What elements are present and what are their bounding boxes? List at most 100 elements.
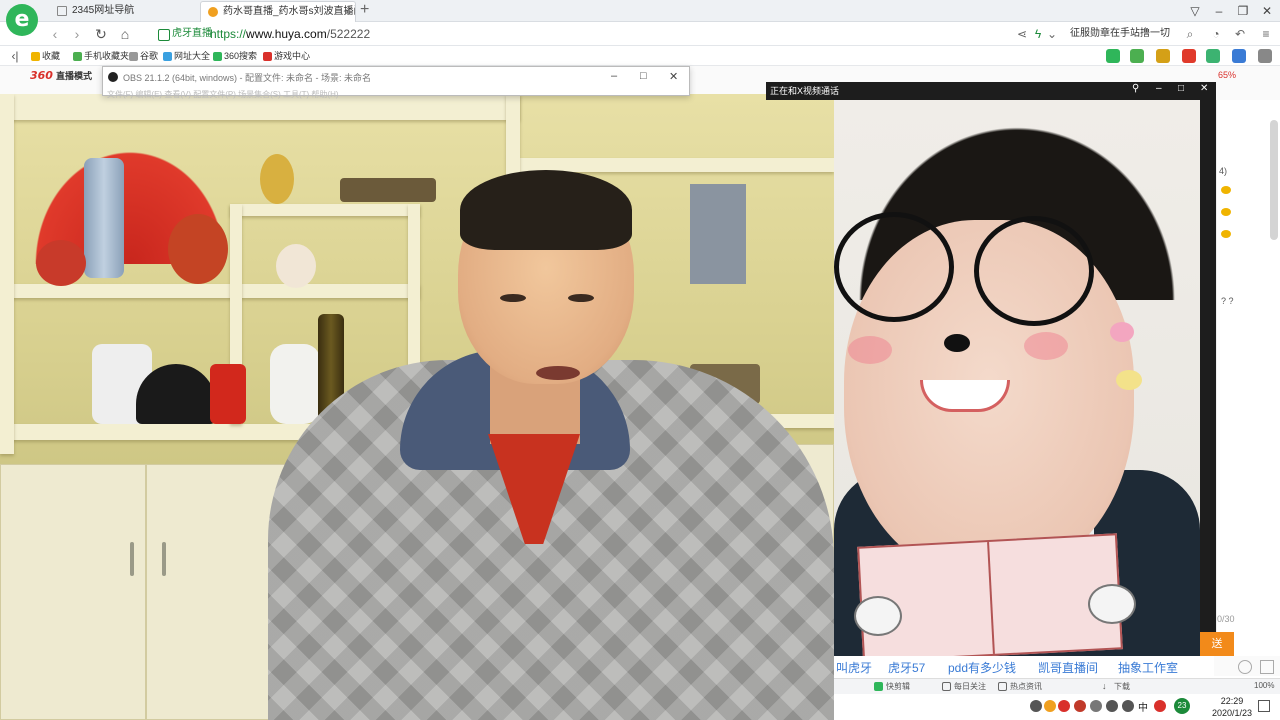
- status-bar: 快剪辑 每日关注 热点资讯 ↓ 下载 100%: [834, 678, 1280, 694]
- skin-icon[interactable]: ▽: [1184, 2, 1206, 20]
- chat-frame-right: [1200, 100, 1216, 656]
- link-item[interactable]: 虎牙57: [888, 659, 925, 676]
- browser-logo-icon[interactable]: e: [6, 4, 38, 36]
- shelf: [230, 204, 420, 216]
- butterfly-icon: [1110, 322, 1134, 342]
- settings-icon[interactable]: [1238, 660, 1252, 674]
- scrollbar[interactable]: [1270, 120, 1278, 240]
- network-icon[interactable]: [1106, 700, 1118, 712]
- site-badge: 虎牙直播: [158, 26, 212, 42]
- cat-nose: [944, 334, 970, 352]
- bookmark-directory[interactable]: 网址大全: [162, 48, 210, 64]
- collapse-icon[interactable]: ‹|: [6, 47, 24, 65]
- tray-app-icon[interactable]: [1044, 700, 1056, 712]
- back-icon[interactable]: ‹: [46, 25, 64, 43]
- refresh-icon[interactable]: ↻: [92, 25, 110, 43]
- status-label: 每日关注: [954, 682, 986, 691]
- figurine: [36, 240, 86, 286]
- minimize-icon[interactable]: –: [1208, 2, 1230, 20]
- link-item[interactable]: 凯哥直播间: [1038, 659, 1098, 676]
- menu-icon[interactable]: ≡: [1258, 26, 1274, 42]
- obs-window[interactable]: OBS 21.1.2 (64bit, windows) - 配置文件: 未命名 …: [102, 66, 690, 99]
- link-item[interactable]: pdd有多少钱: [948, 659, 1016, 676]
- tab-label: 药水哥直播_药水哥s刘波直播间_: [223, 6, 356, 17]
- logo-360: 360 直播模式: [30, 69, 92, 82]
- home-icon[interactable]: ⌂: [116, 25, 134, 43]
- bookmark-games[interactable]: 游戏中心: [262, 48, 310, 64]
- new-tab-icon[interactable]: +: [360, 0, 369, 20]
- clock[interactable]: 22:29 2020/1/23: [1212, 695, 1252, 719]
- game-icon[interactable]: [1206, 49, 1220, 63]
- obs-menu[interactable]: 文件(F) 编辑(E) 查看(V) 配置文件(P) 场景集合(S) 工具(T) …: [107, 89, 339, 100]
- maximize-icon[interactable]: □: [1178, 83, 1184, 94]
- figurine: [276, 244, 316, 288]
- up-arrow-icon[interactable]: [1030, 700, 1042, 712]
- tab-label: 2345网址导航: [72, 5, 135, 16]
- close-icon[interactable]: ✕: [1200, 83, 1208, 94]
- logo-subtitle: 直播模式: [55, 72, 92, 82]
- chevron-down-icon[interactable]: ⌄: [1044, 26, 1060, 42]
- tray-app-icon[interactable]: [1074, 700, 1086, 712]
- magnifier-icon[interactable]: [1232, 49, 1246, 63]
- search-icon[interactable]: ⌕: [1182, 26, 1198, 42]
- emoji-icon: [1221, 230, 1231, 238]
- obs-title: OBS 21.1.2 (64bit, windows) - 配置文件: 未命名 …: [123, 73, 372, 83]
- notification-badge[interactable]: 23: [1174, 698, 1190, 714]
- status-label: 快剪辑: [886, 682, 910, 691]
- status-item[interactable]: 快剪辑: [874, 681, 910, 692]
- sogou-icon[interactable]: [1154, 700, 1166, 712]
- cabinet-handle: [162, 542, 166, 576]
- zoom-level[interactable]: 100%: [1254, 681, 1274, 690]
- expand-icon[interactable]: [1260, 660, 1274, 674]
- action-center-icon[interactable]: [1258, 700, 1270, 712]
- bookmark-favorites[interactable]: 收藏: [30, 48, 60, 64]
- url-scheme: https://: [210, 27, 247, 41]
- restore-icon[interactable]: ❐: [1232, 2, 1254, 20]
- status-item[interactable]: 热点资讯: [998, 681, 1042, 692]
- water-bottle: [84, 158, 124, 278]
- blush: [848, 336, 892, 364]
- cabinet-handle: [130, 542, 134, 576]
- user-icon[interactable]: ◔: [1208, 26, 1224, 42]
- share-icon[interactable]: ⋖: [1014, 26, 1030, 42]
- volume-icon[interactable]: [1122, 700, 1134, 712]
- url-field[interactable]: https://www.huya.com/522222: [210, 25, 370, 43]
- tab-2345[interactable]: 2345网址导航: [50, 1, 200, 22]
- close-tab-icon[interactable]: ×: [344, 2, 351, 22]
- forward-icon[interactable]: ›: [68, 25, 86, 43]
- tray-app-icon[interactable]: [1090, 700, 1102, 712]
- blush: [1024, 332, 1068, 360]
- link-item[interactable]: 抽象工作室: [1118, 659, 1178, 676]
- tray-app-icon[interactable]: [1058, 700, 1070, 712]
- close-window-icon[interactable]: ✕: [1256, 2, 1278, 20]
- undo-icon[interactable]: ↶: [1232, 26, 1248, 42]
- pin-icon[interactable]: ⚲: [1132, 83, 1139, 94]
- bookmark-mobile[interactable]: 手机收藏夹: [72, 48, 129, 64]
- tab-huya[interactable]: 药水哥直播_药水哥s刘波直播间_ ×: [200, 1, 356, 22]
- ime-indicator[interactable]: 中: [1138, 699, 1148, 714]
- video-chat-titlebar[interactable]: 正在和X视频通话 ⚲ – □ ✕: [766, 82, 1216, 100]
- status-item[interactable]: ↓ 下载: [1102, 681, 1130, 692]
- status-item[interactable]: 每日关注: [942, 681, 986, 692]
- eye: [568, 294, 594, 302]
- bookmark-360search[interactable]: 360搜索: [212, 48, 257, 64]
- live-links-bar: 叫虎牙 虎牙57 pdd有多少钱 凯哥直播间 抽象工作室: [834, 656, 1214, 678]
- clock-time: 22:29: [1220, 696, 1244, 706]
- shield-icon[interactable]: [1130, 49, 1144, 63]
- wechat-icon[interactable]: [1106, 49, 1120, 63]
- video-chat-feed: [834, 100, 1200, 656]
- translate-icon[interactable]: [1156, 49, 1170, 63]
- maximize-icon[interactable]: □: [640, 70, 647, 82]
- bookmark-google[interactable]: 谷歌: [128, 48, 158, 64]
- grid-icon[interactable]: [1258, 49, 1272, 63]
- taskbar-tray: 中 23 22:29 2020/1/23: [834, 694, 1280, 720]
- close-icon[interactable]: ✕: [669, 70, 678, 83]
- minimize-icon[interactable]: –: [611, 70, 617, 82]
- shelf: [0, 284, 420, 298]
- cut-icon[interactable]: [1182, 49, 1196, 63]
- promo-text[interactable]: 征服勋章在手站撸一切: [1070, 25, 1170, 43]
- minimize-icon[interactable]: –: [1156, 83, 1162, 94]
- link-item[interactable]: 叫虎牙: [836, 659, 872, 676]
- obs-icon: [108, 72, 118, 82]
- send-gift-button[interactable]: 送: [1200, 632, 1234, 656]
